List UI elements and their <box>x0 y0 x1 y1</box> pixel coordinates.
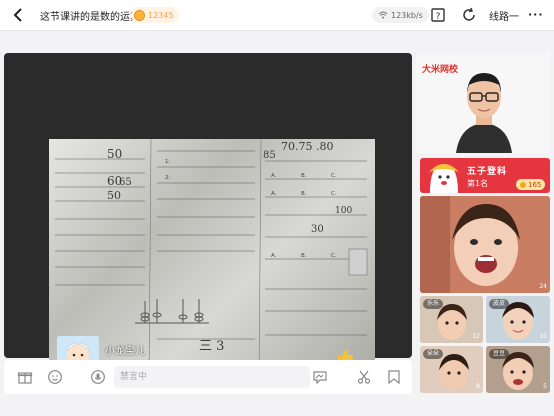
svg-text:A.: A. <box>271 173 277 179</box>
svg-text:B.: B. <box>301 253 307 259</box>
svg-text:A.: A. <box>271 191 277 197</box>
student-video-tile[interactable]: 朵朵 8 <box>420 346 483 393</box>
svg-text:50: 50 <box>107 189 121 202</box>
back-arrow-icon[interactable] <box>10 6 28 24</box>
more-button[interactable]: ··· <box>528 8 544 21</box>
bookmark-icon[interactable] <box>386 369 402 385</box>
student-video-tile[interactable]: 豆豆 5 <box>486 346 550 393</box>
voice-icon[interactable] <box>90 369 106 385</box>
main-video-stage: 50 60 65 50 70.75 .80 85 30 三 3 50 - 52 … <box>4 53 412 381</box>
coin-icon <box>134 9 145 21</box>
line-switch-button[interactable]: 线路一 <box>489 8 519 23</box>
ghost-mascot-icon <box>429 164 459 193</box>
bottom-toolbar: 禁言中 <box>4 360 412 394</box>
svg-text:85: 85 <box>263 150 276 161</box>
svg-text:C.: C. <box>331 173 337 179</box>
help-icon[interactable]: ? <box>430 7 446 23</box>
tile-like-count: 5 <box>543 383 547 390</box>
rank-score-badge: 165 <box>516 179 546 190</box>
svg-text:C.: C. <box>331 191 337 197</box>
scissors-icon[interactable] <box>356 369 372 385</box>
gift-icon[interactable] <box>17 369 33 385</box>
svg-text:65: 65 <box>119 177 132 188</box>
network-indicator: 123kb/s <box>372 7 429 23</box>
rank-title: 五子登科 <box>467 167 508 177</box>
emoji-icon[interactable] <box>47 369 63 385</box>
tile-name-label: 皮皮 <box>489 299 510 309</box>
svg-text:1:: 1: <box>165 159 170 165</box>
tile-like-count: 12 <box>472 333 480 340</box>
tile-name-label: 朵朵 <box>423 349 444 359</box>
svg-text:30: 30 <box>311 224 324 235</box>
student-video-tile[interactable]: 乐乐 12 <box>420 296 483 343</box>
tile-like-count: 10 <box>539 333 547 340</box>
school-logo-text: 大米网校 <box>422 65 459 75</box>
svg-text:100: 100 <box>335 206 352 216</box>
svg-text:?: ? <box>436 12 441 22</box>
svg-text:B.: B. <box>301 191 307 197</box>
student-video-tile[interactable]: 皮皮 10 <box>486 296 550 343</box>
tile-name-label: 乐乐 <box>423 299 444 309</box>
svg-text:C.: C. <box>331 253 337 259</box>
student-name: 小龙宝儿 <box>105 346 145 357</box>
network-speed: 123kb/s <box>391 10 423 20</box>
rank-position: 第1名 <box>467 179 489 188</box>
svg-text:2:: 2: <box>165 175 170 181</box>
svg-text:三 3: 三 3 <box>199 339 224 354</box>
svg-text:70.75 .80: 70.75 .80 <box>281 140 333 153</box>
teacher-video: 大米网校 <box>416 53 550 153</box>
refresh-icon[interactable] <box>461 7 477 23</box>
svg-text:50: 50 <box>107 147 122 161</box>
image-message-icon[interactable] <box>312 369 328 385</box>
tile-name-label: 豆豆 <box>489 349 510 359</box>
student-video-tile[interactable]: 24 <box>420 196 550 293</box>
rank-score: 165 <box>528 180 542 189</box>
svg-text:B.: B. <box>301 173 307 179</box>
tile-like-count: 8 <box>476 383 480 390</box>
coin-badge: 12345 <box>131 7 180 23</box>
rank-banner: 五子登科 第1名 165 <box>420 158 550 193</box>
wifi-icon <box>378 11 388 19</box>
lesson-title: 这节课讲的是数的运算 <box>40 12 140 23</box>
video-sidebar: 大米网校 五子登科 第1名 165 24 乐乐 12 皮皮 10 朵朵 8 豆豆… <box>416 53 554 393</box>
top-bar: 这节课讲的是数的运算 12345 123kb/s ? 线路一 ··· <box>0 0 554 31</box>
coin-icon <box>520 181 526 188</box>
coin-count: 12345 <box>148 10 174 20</box>
tile-like-count: 24 <box>539 283 547 290</box>
svg-text:A.: A. <box>271 253 277 259</box>
chat-input[interactable]: 禁言中 <box>114 366 310 388</box>
